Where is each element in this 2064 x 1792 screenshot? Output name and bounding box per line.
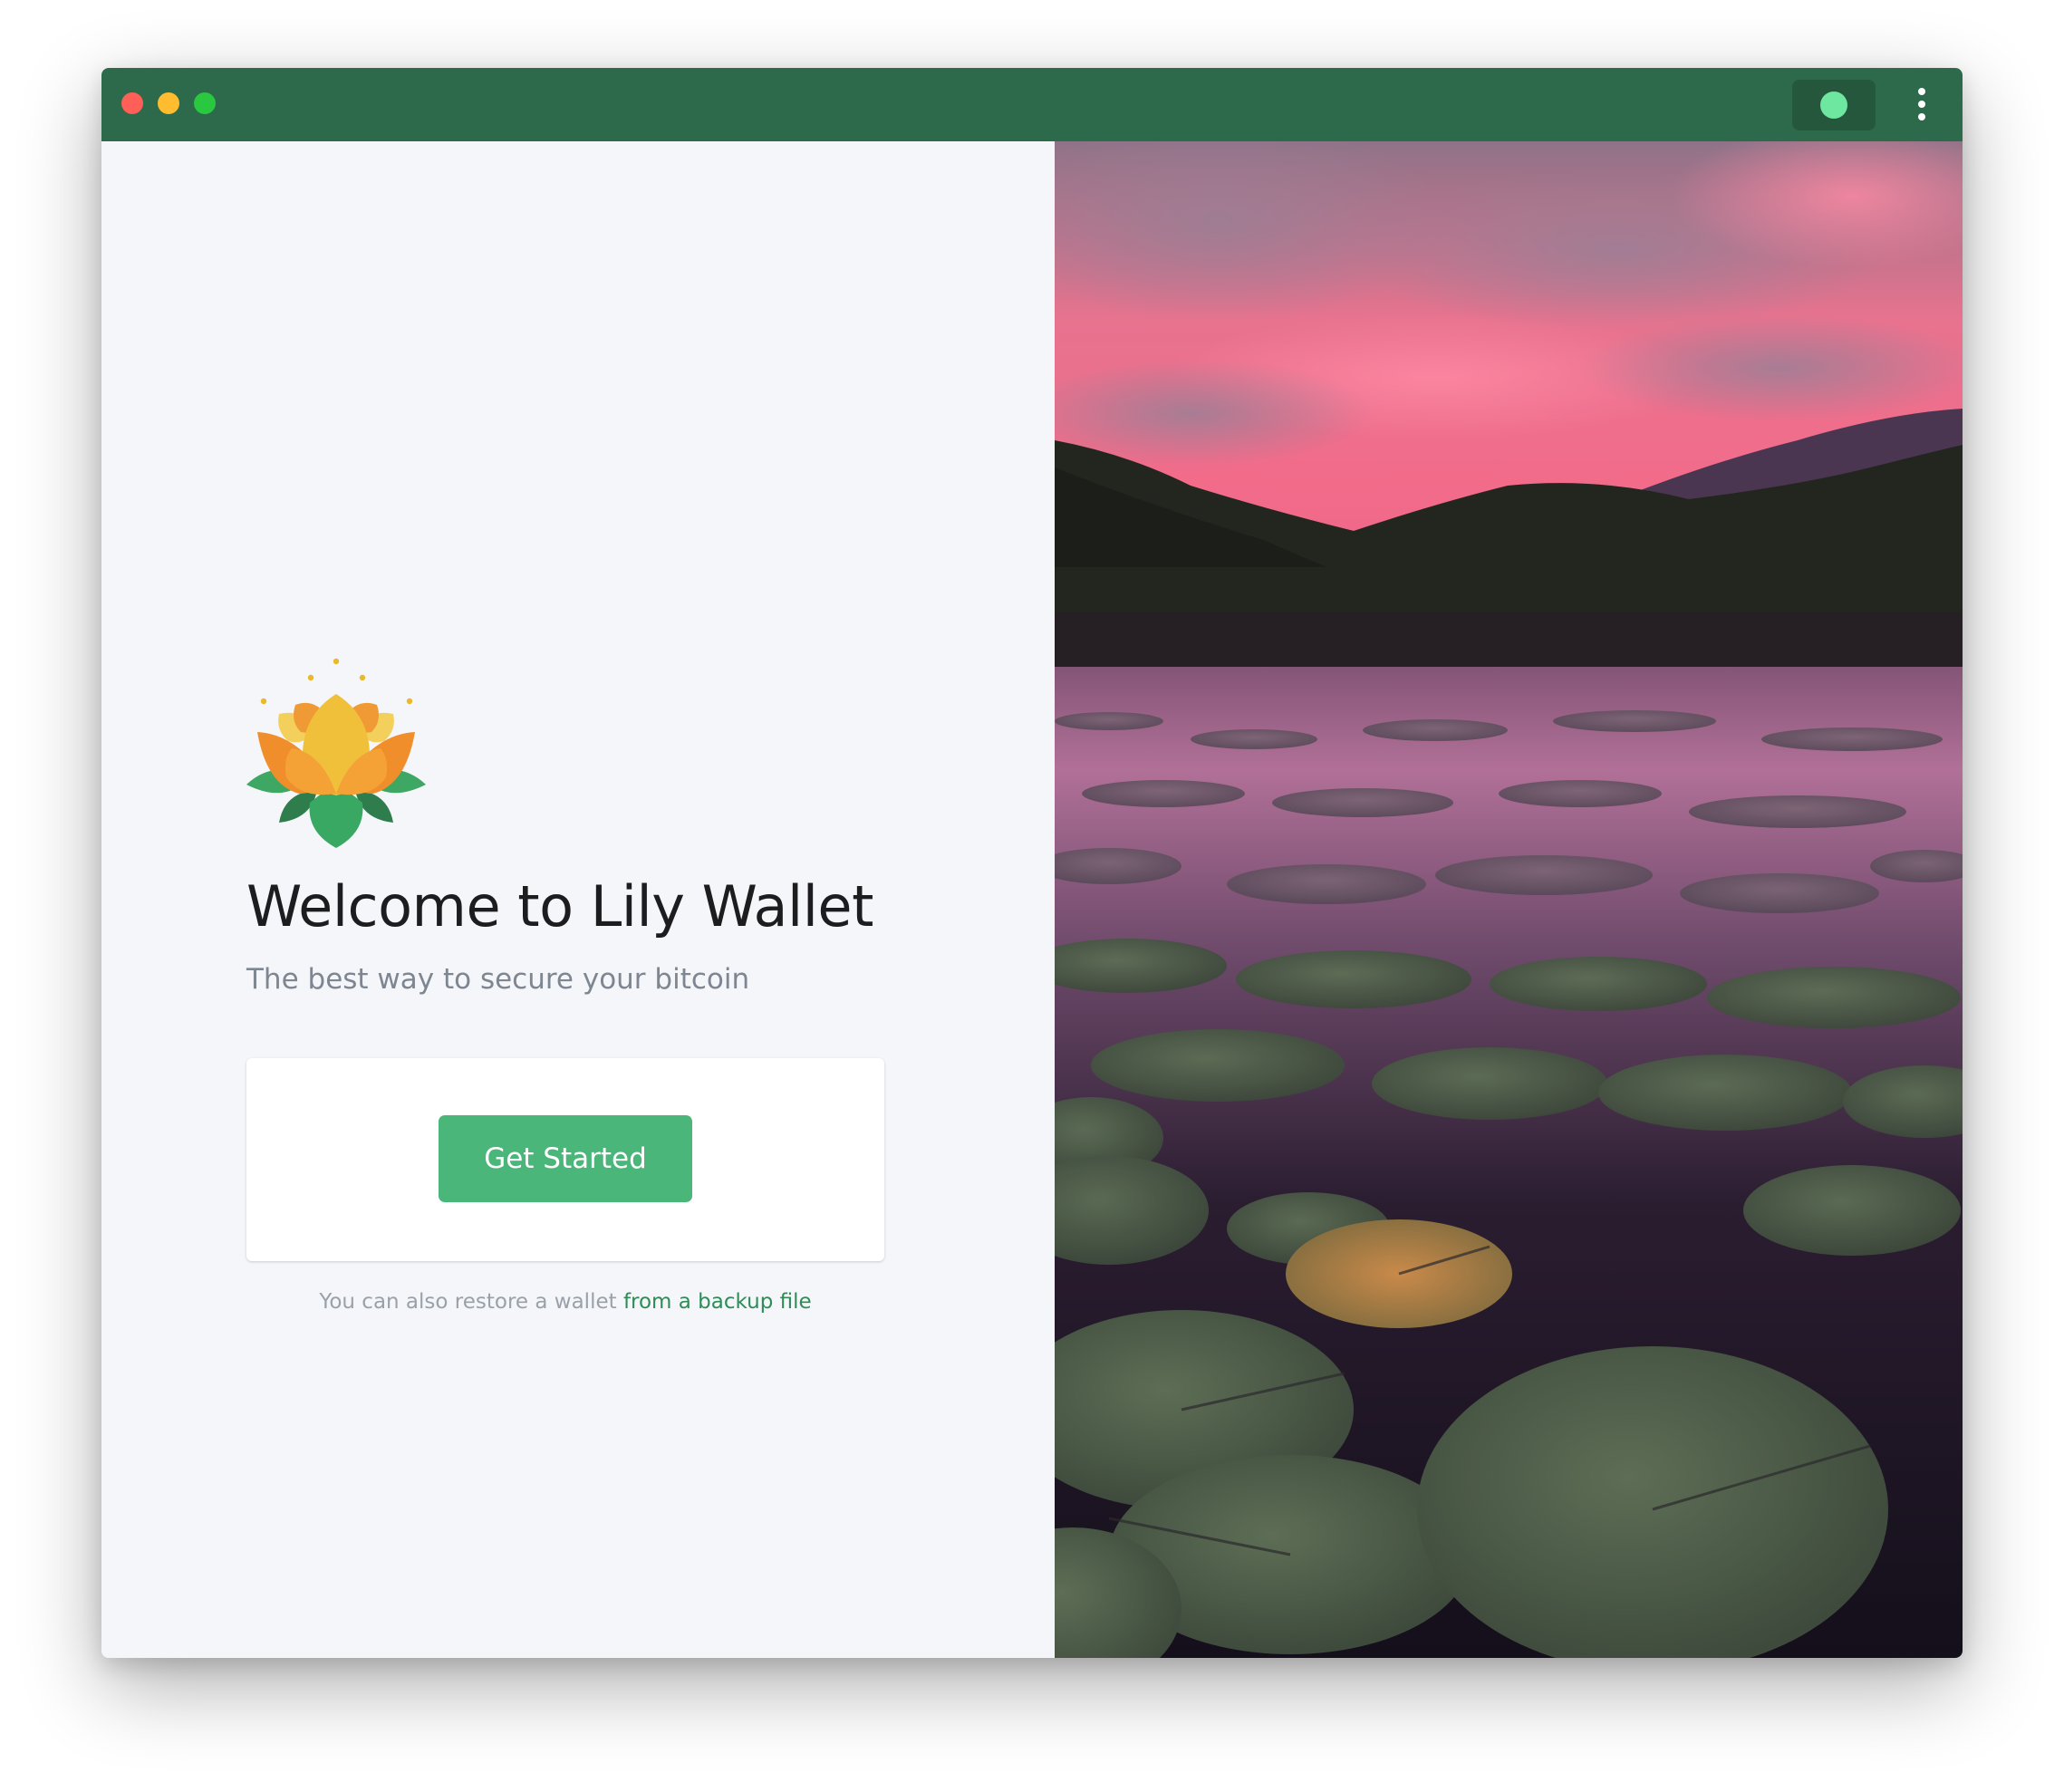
minimize-window-button[interactable] — [158, 92, 179, 114]
restore-prefix: You can also restore a wallet — [319, 1290, 617, 1314]
restore-wallet-text: You can also restore a wallet from a bac… — [246, 1290, 884, 1314]
restore-from-backup-link[interactable]: from a backup file — [623, 1290, 812, 1314]
get-started-card: Get Started — [246, 1058, 884, 1261]
close-window-button[interactable] — [121, 92, 143, 114]
lily-logo-icon — [246, 658, 426, 848]
title-bar — [101, 68, 1963, 141]
maximize-window-button[interactable] — [194, 92, 216, 114]
sunset-lake-image — [1055, 141, 1963, 1658]
status-dot-icon — [1820, 92, 1847, 119]
welcome-subtitle: The best way to secure your bitcoin — [246, 963, 750, 996]
welcome-panel: Welcome to Lily Wallet The best way to s… — [101, 141, 1055, 1658]
more-vertical-icon[interactable] — [1917, 88, 1926, 122]
hero-image — [1055, 141, 1963, 1658]
connection-status-indicator[interactable] — [1792, 80, 1876, 130]
get-started-button[interactable]: Get Started — [439, 1115, 692, 1202]
app-window: Welcome to Lily Wallet The best way to s… — [101, 68, 1963, 1658]
welcome-title: Welcome to Lily Wallet — [246, 873, 873, 939]
